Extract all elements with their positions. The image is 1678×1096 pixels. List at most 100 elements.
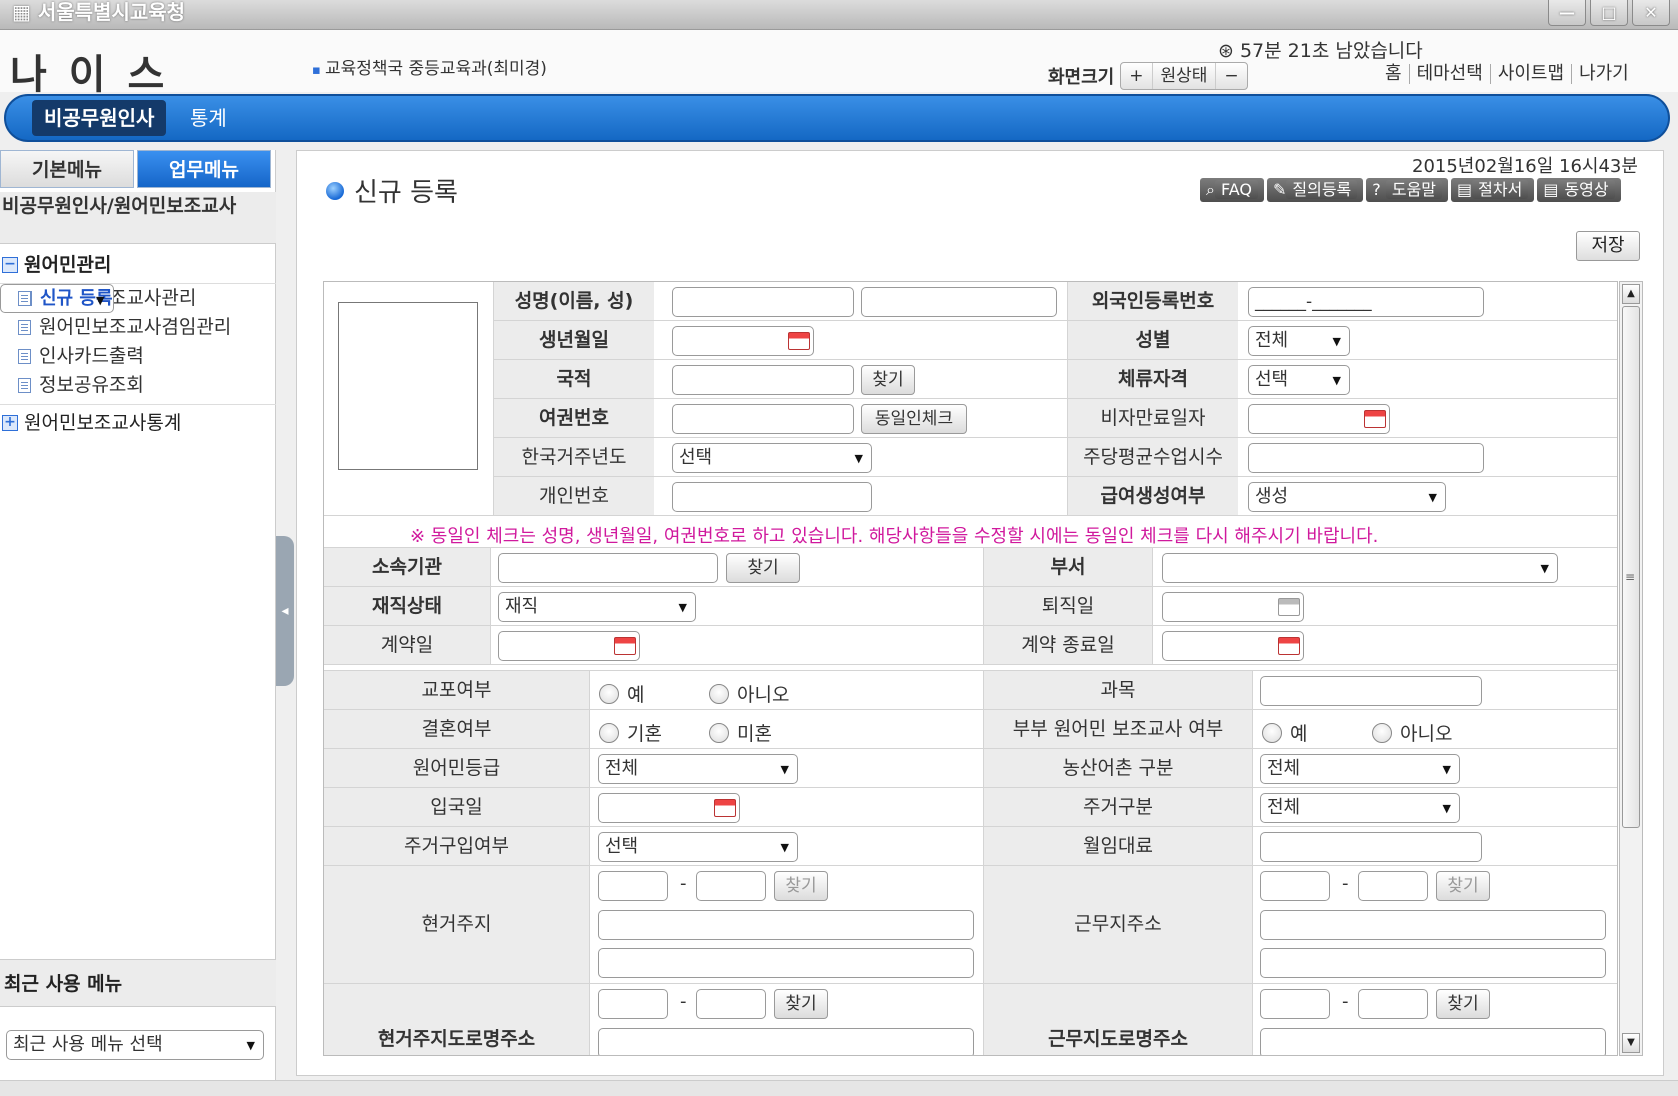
maximize-button[interactable]: □ xyxy=(1590,0,1628,26)
sidebar-item-info-share[interactable]: 정보공유조회 xyxy=(0,371,276,400)
calendar-icon[interactable] xyxy=(1364,410,1386,428)
scroll-up-icon[interactable]: ▲ xyxy=(1622,284,1640,304)
rural-select[interactable]: 전체 xyxy=(1260,754,1460,784)
recent-menu-select[interactable]: 최근 사용 메뉴 선택 xyxy=(6,1030,264,1060)
minimize-button[interactable]: — xyxy=(1548,0,1586,26)
road-addr1-input[interactable] xyxy=(598,1028,974,1055)
nav-item-stats[interactable]: 통계 xyxy=(190,100,227,136)
save-button[interactable]: 저장 xyxy=(1576,231,1640,261)
work-addr-find-button[interactable]: 찾기 xyxy=(1436,871,1490,901)
work-zip1-input[interactable] xyxy=(1260,871,1330,901)
sitemap-link[interactable]: 사이트맵 xyxy=(1489,64,1571,84)
zip-dash: - xyxy=(1342,873,1349,894)
app-logo[interactable]: 나 이 스 xyxy=(10,42,168,100)
zoom-reset-button[interactable]: 원상태 xyxy=(1153,63,1217,89)
close-button[interactable]: ✕ xyxy=(1632,0,1670,26)
arrow-left-icon: ◂ xyxy=(281,603,289,619)
house-buy-select[interactable]: 선택 xyxy=(598,832,798,862)
nav-item-noncivil-hr[interactable]: 비공무원인사 xyxy=(32,100,167,136)
subject-input[interactable] xyxy=(1260,676,1482,706)
current-datetime: 2015년02월16일 16시43분 xyxy=(1412,156,1638,177)
nation-input[interactable] xyxy=(672,365,854,395)
invite-yes-radio[interactable]: 예 xyxy=(599,680,644,707)
expand-icon[interactable]: + xyxy=(2,414,18,431)
calendar-icon[interactable] xyxy=(1278,598,1300,616)
road-work-zip1-input[interactable] xyxy=(1260,989,1330,1019)
gender-select[interactable]: 전체 xyxy=(1248,326,1350,356)
sidebar-item-card-print[interactable]: 인사카드출력 xyxy=(0,342,276,371)
road-zip1-input[interactable] xyxy=(598,989,668,1019)
passport-input[interactable] xyxy=(672,404,854,434)
addr-find-button[interactable]: 찾기 xyxy=(774,871,828,901)
calendar-icon[interactable] xyxy=(1278,637,1300,655)
zip1-input[interactable] xyxy=(598,871,668,901)
sidebar-collapse-handle[interactable]: ◂ xyxy=(276,536,294,686)
addr2-input[interactable] xyxy=(598,948,974,978)
road-addr-find-button[interactable]: 찾기 xyxy=(774,989,828,1019)
header: 나 이 스 교육정책국 중등교육과(최미경) ⊛ 57분 21초 남았습니다 화… xyxy=(0,30,1678,98)
collapse-icon[interactable]: − xyxy=(2,256,18,273)
scroll-down-icon[interactable]: ▼ xyxy=(1622,1033,1640,1053)
house-select[interactable]: 전체 xyxy=(1260,793,1460,823)
nation-find-button[interactable]: 찾기 xyxy=(861,365,915,395)
road-work-addr1-input[interactable] xyxy=(1260,1028,1606,1055)
home-link[interactable]: 홈 xyxy=(1378,64,1409,84)
road-work-find-button[interactable]: 찾기 xyxy=(1436,989,1490,1019)
house-label: 주거구분 xyxy=(984,788,1252,826)
road-work-zip2-input[interactable] xyxy=(1358,989,1428,1019)
rent-input[interactable] xyxy=(1260,832,1482,862)
last-name-input[interactable] xyxy=(861,287,1057,317)
form-scrollbar[interactable]: ▲ ≡ ▼ xyxy=(1619,281,1643,1056)
sidebar-item-concurrent-mgmt[interactable]: 원어민보조교사겸임관리 xyxy=(0,313,276,342)
stay-years-select[interactable]: 선택 xyxy=(672,443,872,473)
question-button[interactable]: ✎ 질의등록 xyxy=(1266,178,1364,202)
personal-no-label: 개인번호 xyxy=(494,477,654,515)
scroll-thumb[interactable] xyxy=(1622,306,1640,828)
video-button[interactable]: ▤ 동영상 xyxy=(1537,178,1621,202)
single-radio[interactable]: 미혼 xyxy=(709,719,772,746)
zoom-in-button[interactable]: + xyxy=(1121,63,1153,89)
tab-basic-menu[interactable]: 기본메뉴 xyxy=(0,150,134,188)
zoom-out-button[interactable]: − xyxy=(1216,63,1246,89)
help-button[interactable]: ? 도움말 xyxy=(1366,178,1449,202)
work-status-select[interactable]: 재직 xyxy=(498,592,696,622)
alien-no-label: 외국인등록번호 xyxy=(1068,282,1238,320)
work-addr2-input[interactable] xyxy=(1260,948,1606,978)
pay-select[interactable]: 생성 xyxy=(1248,482,1446,512)
faq-button[interactable]: ⌕ FAQ xyxy=(1200,178,1264,202)
couple-no-radio[interactable]: 아니오 xyxy=(1372,719,1452,746)
calendar-icon[interactable] xyxy=(714,799,736,817)
org-input[interactable] xyxy=(498,553,718,583)
work-zip2-input[interactable] xyxy=(1358,871,1428,901)
window-titlebar: ▦ 서울특별시교육청 — □ ✕ xyxy=(0,0,1678,30)
tree-group-native-mgmt[interactable]: − 원어민관리 xyxy=(0,246,276,284)
tab-work-menu[interactable]: 업무메뉴 xyxy=(137,150,271,188)
procedure-button[interactable]: ▤ 절차서 xyxy=(1451,178,1535,202)
exit-link[interactable]: 나가기 xyxy=(1571,64,1636,84)
window-title: ▦ 서울특별시교육청 xyxy=(12,0,186,24)
addr1-input[interactable] xyxy=(598,910,974,940)
rural-label: 농산어촌 구분 xyxy=(984,749,1252,787)
personal-no-input[interactable] xyxy=(672,482,872,512)
dup-check-button[interactable]: 동일인체크 xyxy=(861,404,967,434)
retire-date-label: 퇴직일 xyxy=(984,587,1152,625)
calendar-icon[interactable] xyxy=(614,637,636,655)
grade-select[interactable]: 전체 xyxy=(598,754,798,784)
document-icon xyxy=(18,291,31,306)
org-find-button[interactable]: 찾기 xyxy=(726,553,800,583)
status-select[interactable]: 선택 xyxy=(1248,365,1350,395)
invite-no-radio[interactable]: 아니오 xyxy=(709,680,789,707)
road-zip2-input[interactable] xyxy=(696,989,766,1019)
tree-group-stats[interactable]: + 원어민보조교사통계 xyxy=(0,404,276,440)
alien-no-input[interactable]: ______-_______ xyxy=(1248,287,1484,317)
couple-yes-radio[interactable]: 예 xyxy=(1262,719,1307,746)
calendar-icon[interactable] xyxy=(788,332,810,350)
weekly-hours-input[interactable] xyxy=(1248,443,1484,473)
married-radio[interactable]: 기혼 xyxy=(599,719,662,746)
dept-select[interactable] xyxy=(1162,553,1558,583)
zip2-input[interactable] xyxy=(696,871,766,901)
first-name-input[interactable] xyxy=(672,287,854,317)
photo-box[interactable] xyxy=(338,302,478,470)
theme-link[interactable]: 테마선택 xyxy=(1408,64,1490,84)
work-addr1-input[interactable] xyxy=(1260,910,1606,940)
